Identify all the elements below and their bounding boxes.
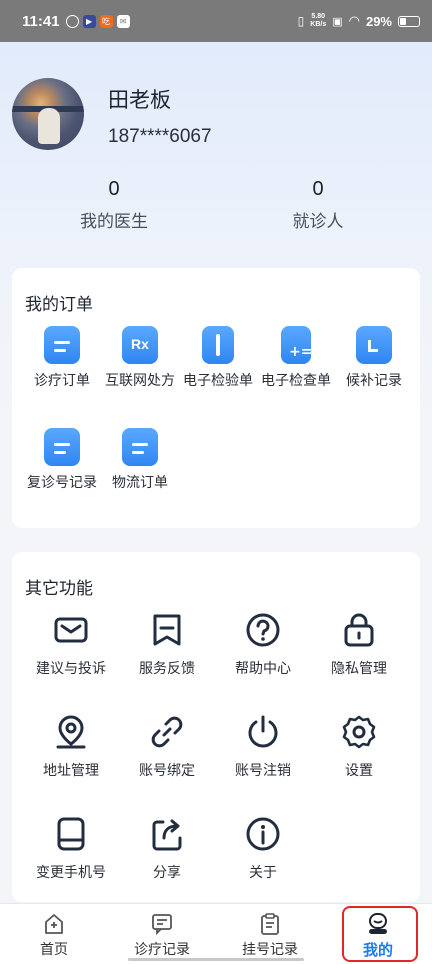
func-label: 帮助中心 <box>235 661 291 677</box>
func-service-feedback[interactable]: 服务反馈 <box>119 612 215 678</box>
functions-title: 其它功能 <box>25 579 93 599</box>
func-settings[interactable]: 设置 <box>311 714 407 780</box>
highlight-box <box>342 906 418 962</box>
stat-my-doctors[interactable]: 0 我的医生 <box>34 178 194 232</box>
func-share[interactable]: 分享 <box>119 816 215 882</box>
help-icon <box>246 613 280 647</box>
func-label: 账号注销 <box>235 763 291 779</box>
func-label: 账号绑定 <box>139 763 195 779</box>
battery-percent: 29% <box>365 13 392 29</box>
clipboard-icon <box>44 428 80 466</box>
notebook-icon <box>202 326 234 364</box>
stat-value: 0 <box>312 178 324 200</box>
user-phone: 187****6067 <box>108 126 212 147</box>
func-privacy[interactable]: 隐私管理 <box>311 612 407 678</box>
stat-patients[interactable]: 0 就诊人 <box>238 178 398 232</box>
func-label: 建议与投诉 <box>36 661 106 677</box>
func-help-center[interactable]: 帮助中心 <box>215 612 311 678</box>
func-account-cancel[interactable]: 账号注销 <box>215 714 311 780</box>
order-item-logistics[interactable]: 物流订单 <box>101 428 179 493</box>
no-sim-icon: ▣ <box>332 15 343 28</box>
func-label: 地址管理 <box>43 763 99 779</box>
order-item-revisit[interactable]: 复诊号记录 <box>23 428 101 493</box>
profile-header[interactable]: 田老板 187****6067 <box>12 78 422 158</box>
order-item-exam-report[interactable]: += 电子检查单 <box>257 326 335 391</box>
share-icon <box>152 819 182 851</box>
order-item-label: 物流订单 <box>112 475 168 491</box>
mail-icon <box>54 617 88 643</box>
shopping-app-icon: 吃 <box>99 14 113 28</box>
tab-label: 首页 <box>40 942 68 958</box>
func-label: 分享 <box>153 865 181 881</box>
func-suggestion[interactable]: 建议与投诉 <box>23 612 119 678</box>
rx-prescription-icon: Rx <box>122 326 158 364</box>
order-item-label: 互联网处方 <box>105 373 175 389</box>
stat-value: 0 <box>108 178 120 200</box>
functions-card: 其它功能 建议与投诉 服务反馈 帮助中心 隐私管理 地址管理 账号绑定 账号注销… <box>12 552 420 902</box>
order-item-label: 电子检验单 <box>183 373 253 389</box>
gear-icon <box>342 715 376 749</box>
message-app-icon: ✉ <box>116 14 130 28</box>
func-label: 变更手机号 <box>36 865 106 881</box>
phone-icon <box>57 817 85 851</box>
stats-row: 0 我的医生 0 就诊人 <box>0 178 432 238</box>
tab-label: 挂号记录 <box>242 942 298 958</box>
func-label: 隐私管理 <box>331 661 387 677</box>
stat-label: 我的医生 <box>80 212 148 232</box>
func-label: 服务反馈 <box>139 661 195 677</box>
order-item-label: 复诊号记录 <box>27 475 97 491</box>
func-change-phone[interactable]: 变更手机号 <box>23 816 119 882</box>
home-icon <box>45 914 63 934</box>
network-speed: 5.80 KB/s <box>310 13 327 28</box>
status-bar: 11:41 ▶ 吃 ✉ ▯ 5.80 KB/s ▣ ◠ 29% <box>0 0 432 42</box>
stat-label: 就诊人 <box>292 212 344 232</box>
order-item-label: 电子检查单 <box>261 373 331 389</box>
tab-treatment-records[interactable]: 诊疗记录 <box>112 912 212 959</box>
func-address[interactable]: 地址管理 <box>23 714 119 780</box>
feedback-icon <box>153 614 181 646</box>
app-notification-icon <box>65 14 79 28</box>
link-icon <box>151 716 183 748</box>
func-about[interactable]: 关于 <box>215 816 311 882</box>
calendar-icon <box>356 326 392 364</box>
orders-card: 我的订单 诊疗订单 Rx 互联网处方 电子检验单 += 电子检查单 候补记录 复… <box>12 268 420 528</box>
vibrate-icon: ▯ <box>297 14 305 28</box>
chat-icon <box>152 914 172 936</box>
func-label: 关于 <box>249 865 277 881</box>
location-icon <box>56 715 86 749</box>
order-item-treatment[interactable]: 诊疗订单 <box>23 326 101 391</box>
info-icon <box>246 817 280 851</box>
status-time: 11:41 <box>22 12 60 30</box>
video-app-icon: ▶ <box>82 14 96 28</box>
medicine-bottle-icon: += <box>281 326 312 364</box>
power-icon <box>248 715 278 748</box>
orders-title: 我的订单 <box>25 295 93 315</box>
battery-icon <box>398 15 420 27</box>
wifi-icon: ◠ <box>348 13 360 28</box>
order-item-lab-report[interactable]: 电子检验单 <box>179 326 257 391</box>
home-indicator <box>128 958 304 961</box>
func-account-binding[interactable]: 账号绑定 <box>119 714 215 780</box>
clipboard-icon <box>261 913 279 935</box>
avatar[interactable] <box>12 78 84 150</box>
lock-icon <box>344 613 374 647</box>
clipboard-icon <box>44 326 80 364</box>
tab-home[interactable]: 首页 <box>4 912 104 959</box>
order-item-prescription[interactable]: Rx 互联网处方 <box>101 326 179 391</box>
clipboard-icon <box>122 428 158 466</box>
order-item-label: 候补记录 <box>346 373 402 389</box>
order-item-label: 诊疗订单 <box>34 373 90 389</box>
user-name: 田老板 <box>108 88 171 112</box>
tab-label: 诊疗记录 <box>134 942 190 958</box>
func-label: 设置 <box>345 763 373 779</box>
tab-registration-records[interactable]: 挂号记录 <box>220 912 320 959</box>
order-item-waitlist[interactable]: 候补记录 <box>335 326 413 391</box>
